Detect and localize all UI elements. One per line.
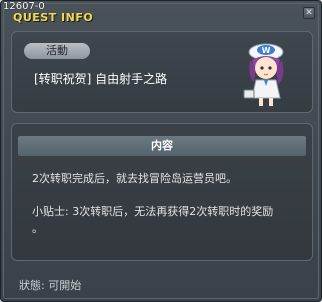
content-panel: 内容 2次转职完成后，就去找冒险岛运营员吧。 小贴士: 3次转职后，无法再获得2… bbox=[11, 123, 313, 261]
close-icon[interactable]: ✕ bbox=[303, 7, 315, 19]
quest-name: [转职祝贺] 自由射手之路 bbox=[34, 72, 168, 86]
npc-operator-icon: W bbox=[243, 43, 284, 109]
content-line: 2次转职完成后，就去找冒险岛运营员吧。 bbox=[32, 172, 237, 185]
content-line: 。 bbox=[32, 222, 43, 235]
content-header: 内容 bbox=[18, 136, 306, 156]
event-badge: 活動 bbox=[24, 43, 90, 59]
content-line: 小贴士: 3次转职后，无法再获得2次转职时的奖励 bbox=[32, 205, 274, 218]
content-body: 2次转职完成后，就去找冒险岛运营员吧。 小贴士: 3次转职后，无法再获得2次转职… bbox=[32, 170, 302, 237]
event-panel: 活動 [转职祝贺] 自由射手之路 W bbox=[11, 31, 313, 113]
svg-text:W: W bbox=[262, 46, 271, 55]
window-title: QUEST INFO bbox=[13, 11, 94, 24]
quest-info-window: 12607-0 QUEST INFO ✕ 活動 [转职祝贺] 自由射手之路 W bbox=[0, 0, 322, 302]
quest-status: 狀態: 可開始 bbox=[19, 279, 82, 292]
